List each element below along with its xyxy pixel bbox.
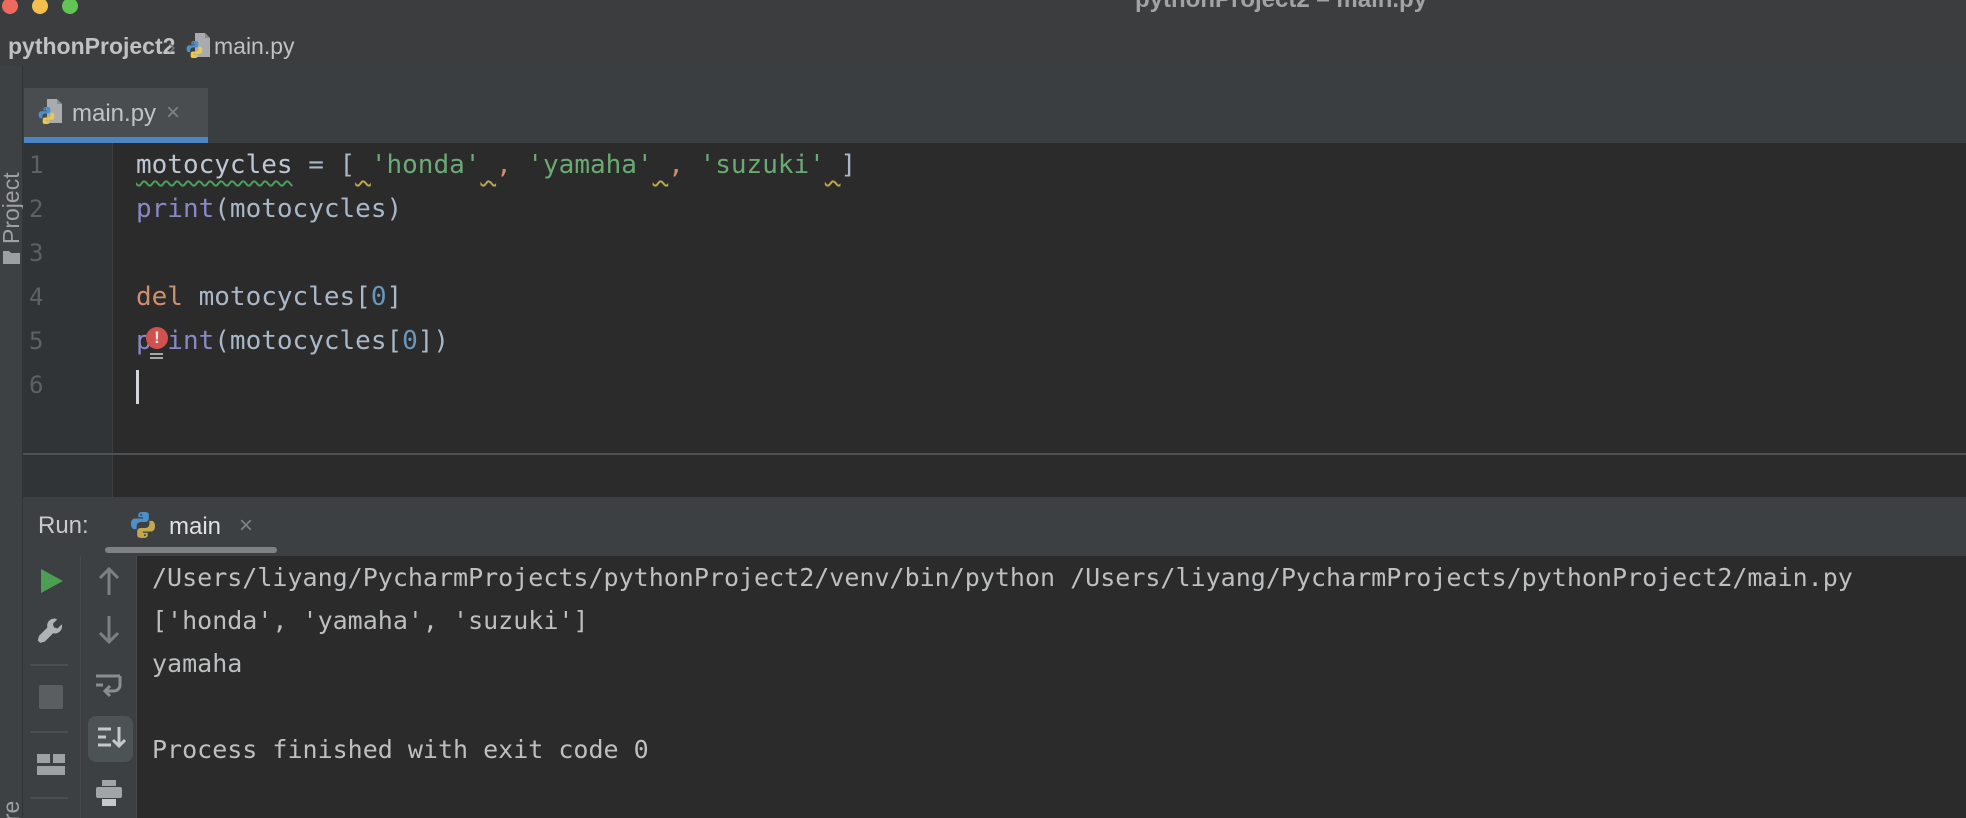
use-soft-wraps-button[interactable] bbox=[92, 669, 126, 703]
breadcrumb-project[interactable]: pythonProject2 bbox=[8, 33, 175, 60]
text-caret bbox=[136, 370, 139, 404]
run-panel-title: Run: bbox=[38, 512, 89, 540]
python-icon bbox=[127, 509, 159, 541]
zoom-window-button[interactable] bbox=[62, 0, 78, 14]
editor-tab-bar: main.py × bbox=[23, 66, 1966, 143]
python-file-icon bbox=[184, 33, 211, 60]
line-number[interactable]: 4 bbox=[23, 275, 112, 319]
line-number[interactable]: 5 bbox=[23, 319, 112, 363]
run-tab-main[interactable]: main × bbox=[123, 505, 303, 549]
restore-layout-button[interactable] bbox=[34, 748, 68, 782]
line-number[interactable]: 1 bbox=[23, 143, 112, 187]
console-line: yamaha bbox=[137, 642, 1966, 685]
folder-icon bbox=[3, 250, 20, 264]
tab-label: main.py bbox=[72, 100, 156, 128]
breadcrumb-file[interactable]: main.py bbox=[214, 33, 295, 60]
title-bar: pythonProject2 – main.py bbox=[0, 0, 1966, 28]
code-line[interactable]: print(motocycles[0]) bbox=[136, 319, 856, 363]
run-toolbar-right bbox=[81, 556, 136, 818]
console-line: Process finished with exit code 0 bbox=[137, 728, 1966, 771]
breadcrumb-separator-icon: › bbox=[168, 33, 176, 60]
close-run-tab-icon[interactable]: × bbox=[239, 512, 253, 540]
scroll-to-the-end-button[interactable] bbox=[88, 716, 133, 762]
error-bulb-icon[interactable]: ! bbox=[146, 327, 168, 361]
run-tab-label: main bbox=[169, 513, 221, 541]
editor-gutter[interactable]: 123456 bbox=[23, 143, 113, 497]
rerun-button[interactable] bbox=[34, 564, 68, 598]
minimize-window-button[interactable] bbox=[32, 0, 48, 14]
code-editor[interactable]: 123456 motocycles = [ 'honda' , 'yamaha'… bbox=[23, 143, 1966, 497]
close-tab-icon[interactable]: × bbox=[166, 99, 180, 127]
run-console-output[interactable]: /Users/liyang/PycharmProjects/pythonProj… bbox=[137, 556, 1966, 818]
sidebar-item-project[interactable]: Project bbox=[0, 172, 22, 244]
selected-run-tab-indicator bbox=[105, 547, 277, 553]
up-the-stack-trace-button[interactable] bbox=[92, 564, 126, 598]
stop-button[interactable] bbox=[34, 680, 68, 714]
code-line[interactable] bbox=[136, 363, 856, 407]
run-tool-window: /Users/liyang/PycharmProjects/pythonProj… bbox=[23, 556, 1966, 818]
breadcrumb: pythonProject2 › main.py bbox=[0, 28, 1966, 67]
line-number[interactable]: 3 bbox=[23, 231, 112, 275]
down-the-stack-trace-button[interactable] bbox=[92, 613, 126, 647]
code-line[interactable]: print(motocycles) bbox=[136, 187, 856, 231]
run-tool-window-header: Run: main × bbox=[23, 497, 1966, 556]
line-number[interactable]: 6 bbox=[23, 363, 112, 407]
console-line bbox=[137, 685, 1966, 728]
line-number[interactable]: 2 bbox=[23, 187, 112, 231]
code-lines: motocycles = [ 'honda' , 'yamaha' , 'suz… bbox=[136, 143, 856, 407]
console-line: /Users/liyang/PycharmProjects/pythonProj… bbox=[137, 556, 1966, 599]
code-line[interactable]: del motocycles[0] bbox=[136, 275, 856, 319]
close-window-button[interactable] bbox=[2, 0, 18, 14]
code-line[interactable]: motocycles = [ 'honda' , 'yamaha' , 'suz… bbox=[136, 143, 856, 187]
print-button[interactable] bbox=[92, 776, 126, 810]
modify-run-configuration-button[interactable] bbox=[34, 614, 68, 648]
tool-window-stripe: Project Structure bbox=[0, 66, 23, 818]
console-line: ['honda', 'yamaha', 'suzuki'] bbox=[137, 599, 1966, 642]
pycharm-window: pythonProject2 – main.py pythonProject2 … bbox=[0, 0, 1966, 818]
editor-run-splitter[interactable] bbox=[23, 453, 1966, 455]
sidebar-item-structure[interactable]: Structure bbox=[0, 801, 22, 818]
run-toolbar-left bbox=[23, 556, 80, 818]
window-title: pythonProject2 – main.py bbox=[1135, 0, 1655, 14]
code-line[interactable] bbox=[136, 231, 856, 275]
python-file-icon bbox=[36, 99, 63, 126]
tab-main-py[interactable]: main.py × bbox=[24, 88, 208, 143]
